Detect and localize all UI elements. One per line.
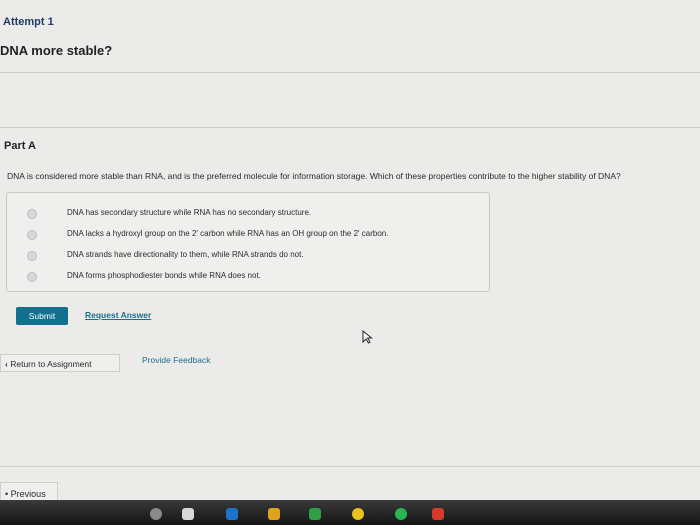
radio-button[interactable]: [27, 209, 37, 219]
chevron-left-icon: ‹: [5, 359, 8, 369]
return-to-assignment-button[interactable]: ‹ Return to Assignment: [0, 354, 120, 372]
app-icon[interactable]: [226, 508, 238, 520]
option-item[interactable]: DNA strands have directionality to them,…: [7, 246, 489, 268]
app-icon[interactable]: [352, 508, 364, 520]
option-item[interactable]: DNA forms phosphodiester bonds while RNA…: [7, 267, 489, 289]
divider: [0, 466, 700, 467]
app-icon[interactable]: [182, 508, 194, 520]
radio-button[interactable]: [27, 230, 37, 240]
app-icon[interactable]: [395, 508, 407, 520]
option-label: DNA has secondary structure while RNA ha…: [67, 208, 312, 217]
previous-label: Previous: [10, 489, 46, 499]
return-label: Return to Assignment: [10, 359, 92, 369]
app-icon[interactable]: [268, 508, 280, 520]
bullet-icon: •: [5, 489, 9, 499]
option-item[interactable]: DNA lacks a hydroxyl group on the 2' car…: [7, 225, 489, 247]
question-text: DNA is considered more stable than RNA, …: [7, 171, 621, 181]
option-item[interactable]: DNA has secondary structure while RNA ha…: [7, 204, 489, 226]
option-label: DNA lacks a hydroxyl group on the 2' car…: [67, 229, 389, 238]
divider: [0, 127, 700, 128]
page-title: DNA more stable?: [0, 43, 113, 58]
provide-feedback-link[interactable]: Provide Feedback: [142, 355, 211, 365]
option-label: DNA strands have directionality to them,…: [67, 250, 304, 259]
options-list: DNA has secondary structure while RNA ha…: [6, 192, 490, 292]
app-icon[interactable]: [432, 508, 444, 520]
part-label: Part A: [4, 140, 36, 152]
radio-button[interactable]: [27, 251, 37, 261]
radio-button[interactable]: [27, 272, 37, 282]
request-answer-link[interactable]: Request Answer: [85, 310, 151, 320]
submit-button[interactable]: Submit: [16, 307, 68, 325]
mouse-pointer-icon: [362, 329, 374, 347]
option-label: DNA forms phosphodiester bonds while RNA…: [67, 271, 261, 280]
divider: [0, 72, 700, 73]
attempt-label: Attempt 1: [3, 16, 54, 28]
taskbar: [0, 500, 700, 525]
app-icon[interactable]: [309, 508, 321, 520]
app-icon[interactable]: [150, 508, 162, 520]
